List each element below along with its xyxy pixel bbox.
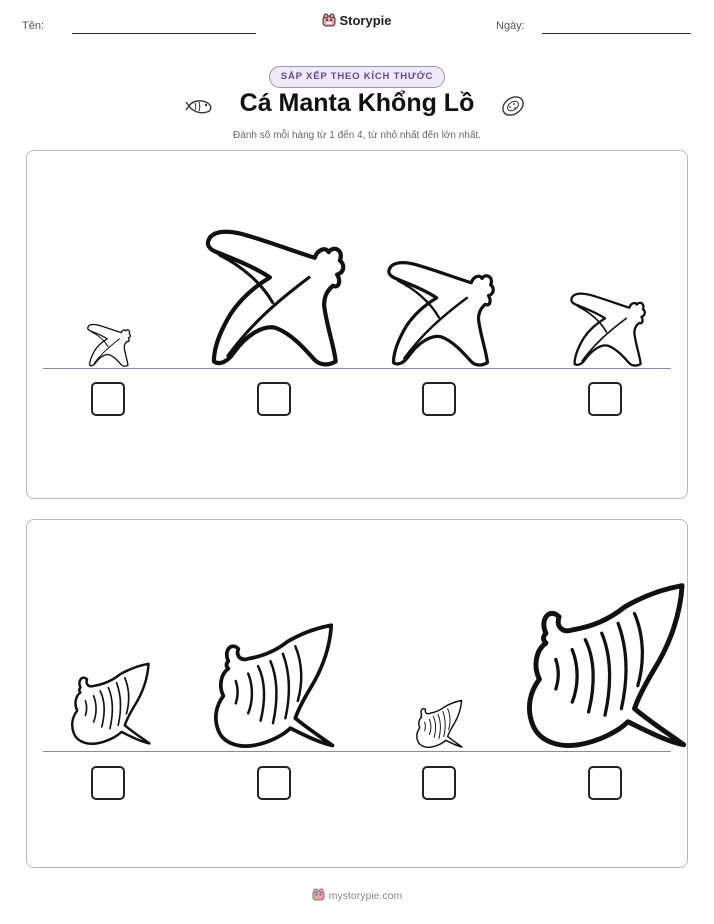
manta-ray-image: [87, 323, 131, 367]
answer-box[interactable]: [588, 382, 622, 416]
date-label: Ngày:: [496, 20, 525, 32]
manta-ray-image: [523, 582, 687, 750]
answer-box[interactable]: [91, 382, 125, 416]
manta-ray-image: [567, 291, 649, 367]
name-line[interactable]: [72, 33, 256, 34]
storypie-logo-icon: [312, 888, 325, 901]
manta-ray-image: [211, 622, 335, 750]
sorting-row-1: [26, 150, 688, 499]
answer-box[interactable]: [257, 382, 291, 416]
manta-ray-image: [415, 698, 463, 750]
manta-ray-image: [385, 259, 497, 367]
storypie-logo-icon: [322, 13, 336, 27]
footer: mystorypie.com: [0, 888, 714, 902]
category-badge: SẮP XẾP THEO KÍCH THƯỚC: [269, 66, 445, 88]
date-line[interactable]: [542, 33, 691, 34]
instructions: Đánh số mỗi hàng từ 1 đến 4, từ nhỏ nhất…: [233, 130, 481, 141]
answer-box[interactable]: [588, 766, 622, 800]
answer-box[interactable]: [257, 766, 291, 800]
brand-name: Storypie: [339, 13, 392, 28]
page-title: Cá Manta Khổng Lồ: [239, 89, 475, 117]
sorting-row-2: [26, 519, 688, 868]
answer-box[interactable]: [91, 766, 125, 800]
ground-line: [43, 368, 671, 369]
answer-box[interactable]: [422, 382, 456, 416]
ground-line: [43, 751, 671, 752]
manta-ray-image: [203, 227, 348, 367]
footer-url[interactable]: mystorypie.com: [329, 890, 403, 902]
manta-ray-image: [69, 658, 151, 750]
jellyfish-doodle-icon: [502, 96, 524, 116]
answer-box[interactable]: [422, 766, 456, 800]
brand: Storypie: [0, 13, 714, 28]
